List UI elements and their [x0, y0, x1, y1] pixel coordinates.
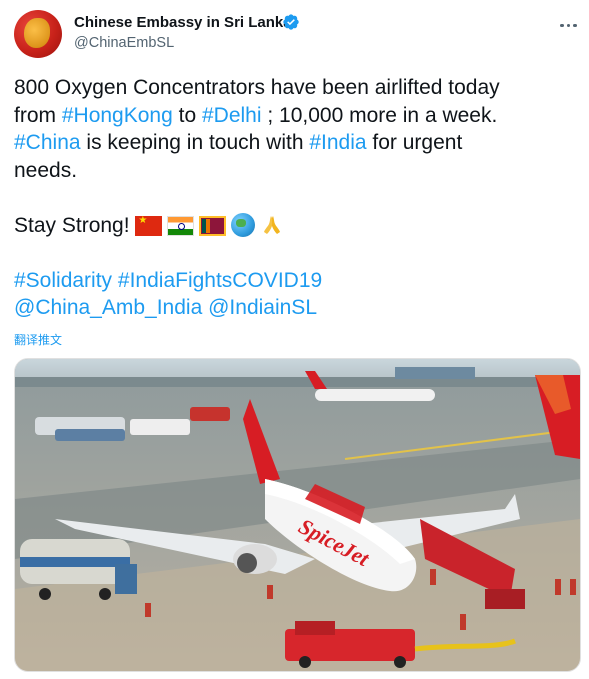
china-flag-icon [135, 215, 163, 236]
hashtag-hongkong[interactable]: #HongKong [62, 104, 173, 127]
tweet-text: 800 Oxygen Concentrators have been airli… [14, 74, 576, 322]
tweet-header: Chinese Embassy in Sri Lanka @ChinaEmbSL [0, 0, 589, 70]
hashtag-delhi[interactable]: #Delhi [202, 104, 262, 127]
tweet-mentions: @China_Amb_India @IndiainSL [14, 294, 576, 322]
text-fragment: for urgent [366, 131, 463, 154]
tweet-line-1: 800 Oxygen Concentrators have been airli… [14, 76, 500, 99]
mention-china-amb-india[interactable]: @China_Amb_India [14, 296, 202, 319]
sri-lanka-flag-icon [199, 215, 227, 236]
text-fragment: ; 10,000 more in a week. [261, 103, 498, 127]
account-name[interactable]: Chinese Embassy in Sri Lanka [74, 14, 292, 31]
verified-badge-icon [283, 14, 299, 30]
globe-icon [231, 212, 256, 237]
mention-indiainsl[interactable]: @IndiainSL [208, 296, 317, 319]
text-fragment: from [14, 103, 62, 127]
stay-strong-text: Stay Strong! [14, 213, 136, 237]
tweet-stay-strong: Stay Strong! [14, 212, 576, 240]
account-avatar[interactable] [14, 10, 62, 58]
tweet-line-3: #China is keeping in touch with #India f… [14, 129, 576, 157]
account-handle[interactable]: @ChinaEmbSL [74, 35, 174, 51]
text-fragment: is keeping in touch with [80, 131, 310, 154]
hashtag-china[interactable]: #China [14, 131, 81, 154]
hashtag-solidarity[interactable]: #Solidarity [14, 269, 112, 292]
translate-tweet-link[interactable]: 翻译推文 [14, 331, 62, 348]
tweet-hashtags: #Solidarity #IndiaFightsCOVID19 [14, 267, 576, 295]
avatar-emblem-graphic [24, 18, 50, 48]
india-flag-icon [167, 215, 195, 236]
hashtag-indiafightscovid19[interactable]: #IndiaFightsCOVID19 [118, 269, 322, 292]
folded-hands-icon [264, 215, 281, 234]
tweet-line-4: needs. [14, 158, 78, 182]
more-options-icon[interactable] [560, 14, 580, 28]
tweet-line-2: from #HongKong to #Delhi ; 10,000 more i… [14, 102, 576, 130]
hashtag-india[interactable]: #India [309, 131, 366, 154]
tweet-media-photo[interactable]: SpiceJet [14, 358, 581, 672]
text-fragment: to [172, 103, 202, 127]
airport-photo: SpiceJet [15, 359, 580, 671]
